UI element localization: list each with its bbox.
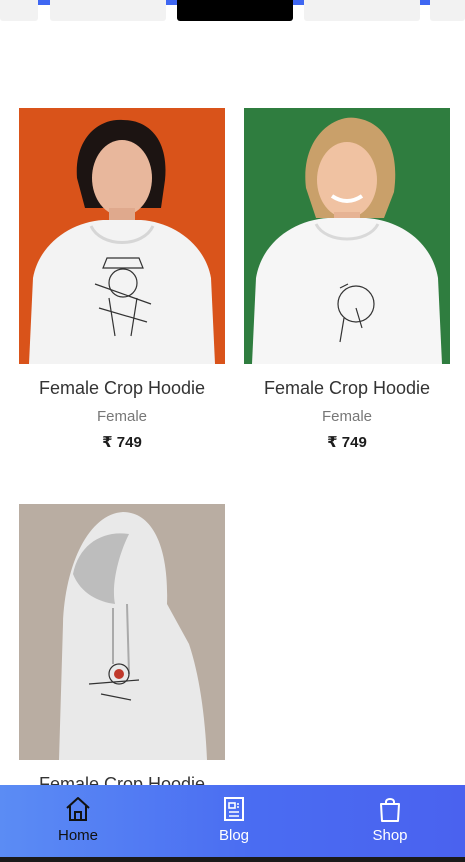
nav-home-label: Home [57, 827, 98, 844]
category-chip[interactable] [50, 0, 166, 21]
category-filter-row [0, 0, 465, 22]
shopping-bag-icon [380, 798, 400, 822]
product-card[interactable]: Female Crop Hoodie Female ₹ 749 [244, 108, 450, 468]
blog-icon [224, 797, 244, 821]
nav-blog-label: Blog [218, 827, 250, 844]
product-title[interactable]: Female Crop Hoodie [244, 378, 450, 399]
category-chip-active[interactable] [177, 0, 293, 21]
product-image[interactable] [19, 108, 225, 364]
home-icon [66, 797, 90, 821]
product-category: Female [321, 408, 373, 425]
category-chip[interactable] [304, 0, 420, 21]
product-price: ₹ 749 [102, 434, 142, 451]
nav-shop[interactable]: Shop [340, 795, 440, 844]
system-bottom-bar [0, 857, 465, 862]
product-image[interactable] [244, 108, 450, 364]
product-card[interactable]: Female Crop Hoodie [19, 504, 225, 794]
category-chip[interactable] [0, 0, 38, 21]
nav-home[interactable]: Home [28, 795, 128, 844]
product-card[interactable]: Female Crop Hoodie Female ₹ 749 [19, 108, 225, 468]
product-price: ₹ 749 [327, 434, 367, 451]
product-category: Female [96, 408, 148, 425]
category-chip[interactable] [430, 0, 465, 21]
nav-shop-label: Shop [372, 827, 408, 844]
product-image[interactable] [19, 504, 225, 760]
product-title[interactable]: Female Crop Hoodie [19, 378, 225, 399]
nav-blog[interactable]: Blog [184, 795, 284, 844]
bottom-navigation: Home Blog Shop [0, 785, 465, 862]
